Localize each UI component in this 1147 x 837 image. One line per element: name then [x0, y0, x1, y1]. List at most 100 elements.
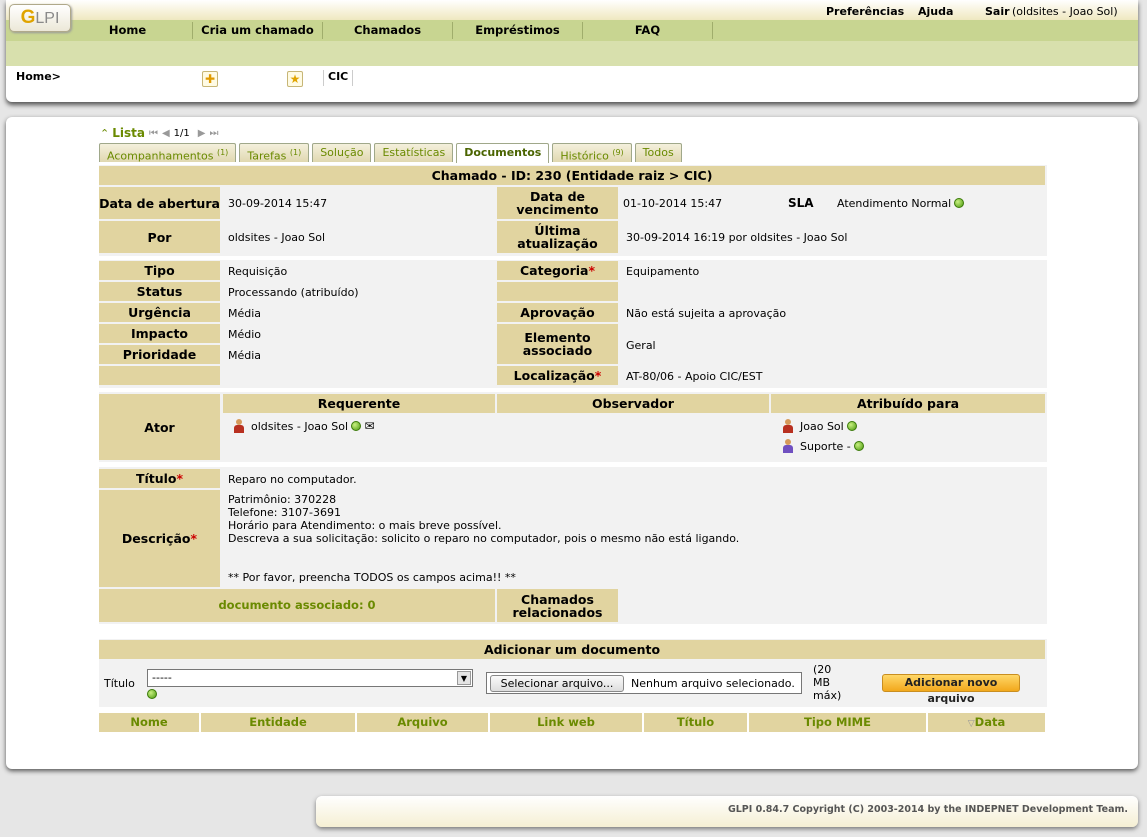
list-navigation: ⌃ Lista ⏮ ◀ 1/1 ▶ ⏭: [100, 125, 218, 141]
search-icon[interactable]: [147, 689, 157, 699]
tab-statistics[interactable]: Estatísticas: [374, 143, 454, 162]
description-line: [228, 545, 739, 558]
last-update-label: Última atualização: [497, 221, 618, 253]
breadcrumb-home[interactable]: Home>: [16, 70, 61, 83]
element-label: Elemento associado: [497, 324, 618, 364]
last-page-icon[interactable]: ⏭: [209, 128, 218, 139]
observer-header: Observador: [497, 394, 769, 413]
required-marker: *: [176, 471, 184, 486]
info-icon[interactable]: [846, 421, 857, 431]
location-label: Localização *: [497, 366, 618, 385]
chevron-down-icon[interactable]: ▼: [457, 671, 471, 685]
col-date[interactable]: ▽Data: [928, 713, 1045, 732]
previous-page-icon[interactable]: ◀: [162, 128, 170, 139]
required-marker: *: [588, 263, 596, 278]
required-marker: *: [594, 368, 602, 383]
breadcrumb-entity[interactable]: CIC: [328, 70, 348, 83]
top-bar: Preferências Ajuda Sair (oldsites - Joao…: [6, 0, 1138, 20]
approval-label: Aprovação: [497, 303, 618, 322]
menu-loans[interactable]: Empréstimos: [453, 22, 583, 39]
sla-label: SLA: [788, 196, 814, 210]
user-icon: [782, 419, 794, 433]
tab-history[interactable]: Histórico (9): [552, 143, 632, 163]
col-file[interactable]: Arquivo: [357, 713, 488, 732]
tab-documents[interactable]: Documentos: [456, 143, 550, 163]
breadcrumb-divider: [352, 70, 353, 86]
col-title[interactable]: Título: [644, 713, 747, 732]
sort-desc-icon: ▽: [967, 719, 975, 729]
add-file-button[interactable]: Adicionar novo arquivo: [882, 674, 1020, 705]
first-page-icon[interactable]: ⏮: [149, 128, 158, 139]
tab-solution[interactable]: Solução: [312, 143, 372, 162]
ticket-classification-block: Tipo Requisição Status Processando (atri…: [99, 260, 1047, 388]
urgency-value: Média: [228, 307, 262, 320]
open-date-label: Data de abertura: [99, 187, 220, 219]
list-link[interactable]: Lista: [112, 126, 145, 140]
glpi-logo[interactable]: GLPI: [9, 4, 71, 32]
status-value: Processando (atribuído): [228, 286, 359, 299]
priority-label: Prioridade: [99, 345, 220, 364]
impact-label: Impacto: [99, 324, 220, 343]
select-value: -----: [152, 671, 172, 684]
tab-tasks[interactable]: Tarefas (1): [239, 143, 310, 163]
menu-tickets[interactable]: Chamados: [323, 22, 453, 39]
footer: GLPI 0.84.7 Copyright (C) 2003-2014 by t…: [316, 796, 1138, 827]
title-value: Reparo no computador.: [228, 473, 357, 486]
menu-faq[interactable]: FAQ: [583, 22, 713, 39]
by-value: oldsites - Joao Sol: [228, 231, 326, 244]
empty-label-cell: [99, 366, 220, 385]
add-icon[interactable]: ✚: [202, 71, 218, 87]
tab-all[interactable]: Todos: [634, 143, 682, 162]
assigned-header: Atribuído para: [771, 394, 1045, 413]
next-page-icon[interactable]: ▶: [198, 128, 206, 139]
col-name[interactable]: Nome: [99, 713, 199, 732]
col-mime[interactable]: Tipo MIME: [749, 713, 926, 732]
col-entity[interactable]: Entidade: [201, 713, 355, 732]
ticket-header: Chamado - ID: 230 (Entidade raiz > CIC): [99, 166, 1045, 185]
actors-block: Ator Requerente Observador Atribuído par…: [99, 392, 1047, 462]
main-menu: Home Cria um chamado Chamados Empréstimo…: [6, 20, 1138, 41]
description-value: Patrimônio: 370228 Telefone: 3107-3691 H…: [228, 493, 739, 584]
email-followup-icon[interactable]: ✉: [365, 419, 375, 433]
chevron-up-icon[interactable]: ⌃: [100, 127, 109, 140]
description-line: Patrimônio: 370228: [228, 493, 337, 506]
last-update-value: 30-09-2014 16:19 por oldsites - Joao Sol: [626, 231, 848, 244]
priority-value: Média: [228, 349, 262, 362]
doc-title-label: Título: [104, 677, 135, 690]
assigned-group-entry: Suporte -: [782, 439, 864, 453]
tab-followups[interactable]: Acompanhamentos (1): [99, 143, 237, 163]
menu-create-ticket[interactable]: Cria um chamado: [193, 22, 323, 39]
category-value: Equipamento: [626, 265, 700, 278]
current-user[interactable]: (oldsites - Joao Sol): [1012, 5, 1118, 18]
description-line: ** Por favor, preencha TODOS os campos a…: [228, 571, 516, 584]
info-icon[interactable]: [853, 441, 864, 451]
sla-value: Atendimento Normal: [837, 197, 965, 210]
info-icon[interactable]: [351, 421, 362, 431]
help-link[interactable]: Ajuda: [918, 5, 953, 18]
description-line: [228, 558, 739, 571]
menu-home[interactable]: Home: [63, 22, 193, 39]
sub-menu: [6, 41, 1138, 66]
due-date-value: 01-10-2014 15:47: [623, 197, 723, 210]
group-icon: [782, 439, 794, 453]
select-file-button[interactable]: Selecionar arquivo...: [490, 675, 624, 692]
preferences-link[interactable]: Preferências: [826, 5, 904, 18]
bookmark-star-icon[interactable]: ★: [287, 71, 303, 87]
max-size-hint: (20 MB máx): [813, 663, 842, 702]
header: Preferências Ajuda Sair (oldsites - Joao…: [6, 0, 1138, 102]
file-upload-field[interactable]: Selecionar arquivo... Nenhum arquivo sel…: [486, 672, 802, 694]
actor-label: Ator: [99, 394, 220, 460]
linked-documents-count[interactable]: documento associado: 0: [99, 589, 495, 622]
page-position: 1/1: [173, 127, 190, 139]
due-date-label: Data de vencimento: [497, 187, 618, 219]
add-document-header: Adicionar um documento: [99, 640, 1045, 659]
category-label: Categoria *: [497, 261, 618, 280]
logout-link[interactable]: Sair: [985, 5, 1010, 18]
info-icon[interactable]: [954, 198, 965, 208]
type-value: Requisição: [228, 265, 288, 278]
col-weblink[interactable]: Link web: [490, 713, 642, 732]
title-label: Título *: [99, 469, 220, 488]
breadcrumb-divider: [323, 70, 324, 86]
document-title-select[interactable]: ----- ▼: [147, 669, 473, 687]
by-label: Por: [99, 221, 220, 253]
